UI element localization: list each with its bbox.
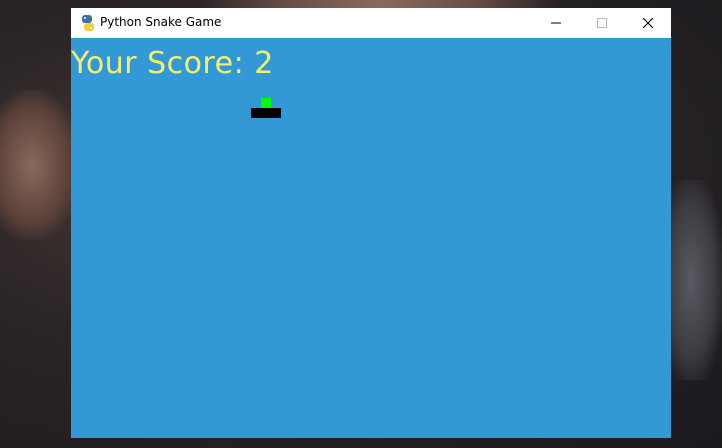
maximize-icon <box>597 18 607 28</box>
python-icon <box>79 14 97 32</box>
game-window: Python Snake Game Your Score: 2 <box>71 8 671 438</box>
window-title: Python Snake Game <box>100 15 222 29</box>
food-pellet <box>261 98 271 108</box>
maximize-button[interactable] <box>579 8 625 38</box>
snake-segment <box>251 108 261 118</box>
close-button[interactable] <box>625 8 671 38</box>
close-icon <box>643 18 653 28</box>
minimize-button[interactable] <box>533 8 579 38</box>
minimize-icon <box>551 22 561 24</box>
score-display: Your Score: 2 <box>71 46 274 81</box>
desktop-wallpaper-left <box>0 90 80 240</box>
game-canvas[interactable]: Your Score: 2 <box>71 38 671 438</box>
snake-segment <box>271 108 281 118</box>
title-bar[interactable]: Python Snake Game <box>71 8 671 38</box>
snake-segment <box>261 108 271 118</box>
